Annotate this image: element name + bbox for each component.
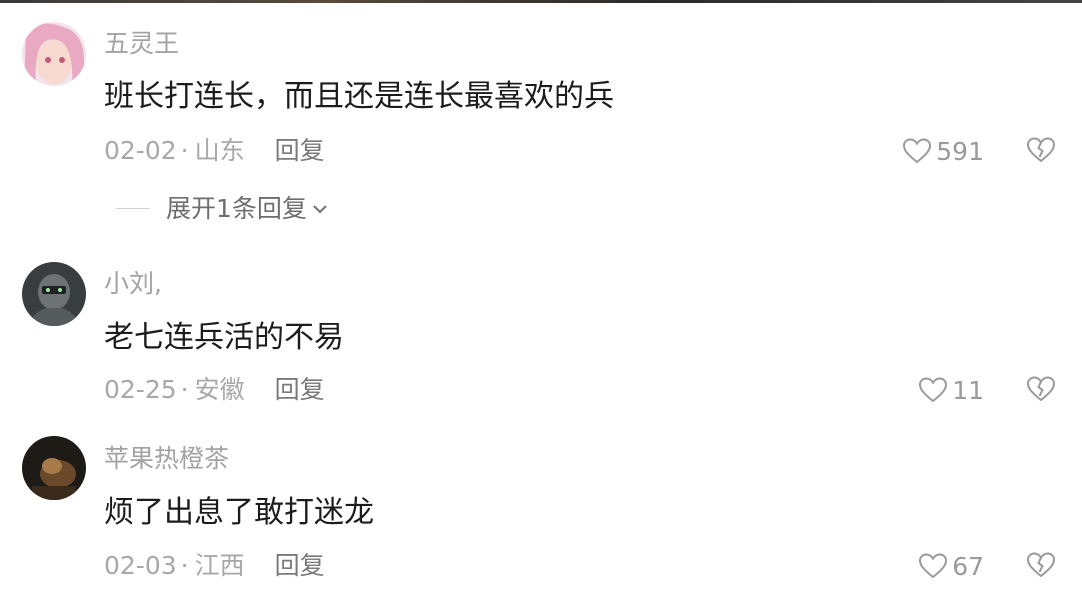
broken-heart-icon: [1026, 552, 1056, 578]
reply-button[interactable]: 回复: [275, 553, 325, 578]
expand-divider: [116, 208, 150, 209]
like-button[interactable]: 11: [918, 376, 984, 404]
comment-date: 02-03: [104, 551, 177, 580]
meta-separator: ·: [180, 375, 189, 404]
username[interactable]: 苹果热橙茶: [104, 446, 229, 471]
dislike-button[interactable]: [1026, 375, 1056, 407]
comment-location: 江西: [194, 551, 245, 580]
dislike-button[interactable]: [1026, 551, 1056, 583]
comment-text: 班长打连长，而且还是连长最喜欢的兵: [104, 79, 614, 114]
like-count: 11: [952, 375, 984, 405]
heart-icon: [919, 377, 948, 403]
chevron-down-icon: [313, 204, 327, 213]
meta-separator: ·: [180, 136, 189, 165]
reply-button[interactable]: 回复: [275, 377, 325, 402]
avatar[interactable]: [22, 22, 86, 86]
like-count: 67: [952, 551, 984, 581]
meta-separator: ·: [180, 551, 189, 580]
username[interactable]: 五灵王: [104, 31, 179, 56]
like-count: 591: [936, 136, 984, 166]
avatar[interactable]: [22, 262, 86, 326]
avatar[interactable]: [22, 436, 86, 500]
comment-meta: 02-25 · 安徽 回复: [104, 377, 325, 402]
comment-text: 老七连兵活的不易: [104, 320, 344, 355]
dislike-button[interactable]: [1026, 136, 1056, 168]
comment-location: 安徽: [194, 375, 245, 404]
comment-meta: 02-02 · 山东 回复: [104, 138, 325, 163]
broken-heart-icon: [1026, 376, 1056, 402]
expand-replies-label: 展开1条回复: [166, 194, 307, 223]
comment-date: 02-02: [104, 136, 177, 165]
username[interactable]: 小刘,: [104, 271, 162, 296]
comment-location: 山东: [194, 136, 245, 165]
comment-date: 02-25: [104, 375, 177, 404]
comment-meta: 02-03 · 江西 回复: [104, 553, 325, 578]
top-video-edge: [0, 0, 1082, 3]
heart-icon: [919, 553, 948, 579]
comment-list-screen: 五灵王 班长打连长，而且还是连长最喜欢的兵 02-02 · 山东 回复 591 …: [0, 0, 1082, 608]
broken-heart-icon: [1026, 137, 1056, 163]
comment-text: 烦了出息了敢打迷龙: [104, 495, 374, 530]
like-button[interactable]: 591: [902, 137, 984, 165]
heart-icon: [903, 138, 932, 164]
like-button[interactable]: 67: [918, 552, 984, 580]
expand-replies-button[interactable]: 展开1条回复: [116, 196, 329, 221]
reply-button[interactable]: 回复: [275, 138, 325, 163]
